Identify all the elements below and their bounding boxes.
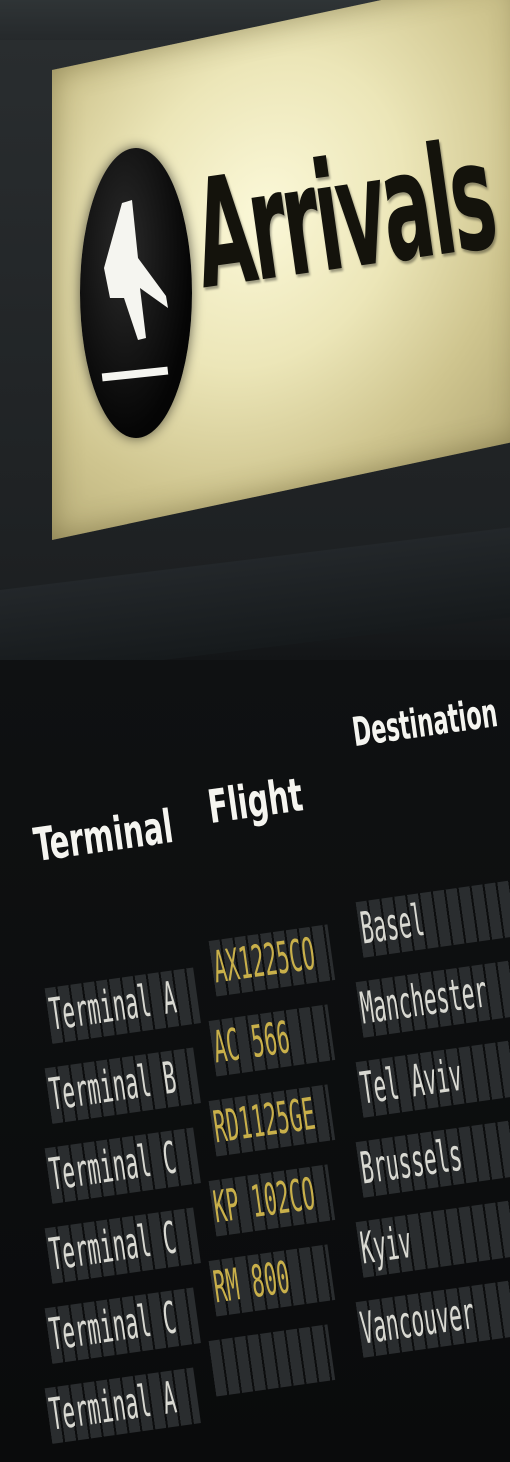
flight-cell bbox=[209, 1333, 266, 1341]
terminal-cell: Terminal A bbox=[46, 1372, 180, 1441]
plane-landing-icon bbox=[80, 148, 192, 438]
board-frame bbox=[0, 527, 510, 680]
arrivals-board-photo: Arrivals Terminal Flight Destination Ter… bbox=[0, 0, 510, 1462]
